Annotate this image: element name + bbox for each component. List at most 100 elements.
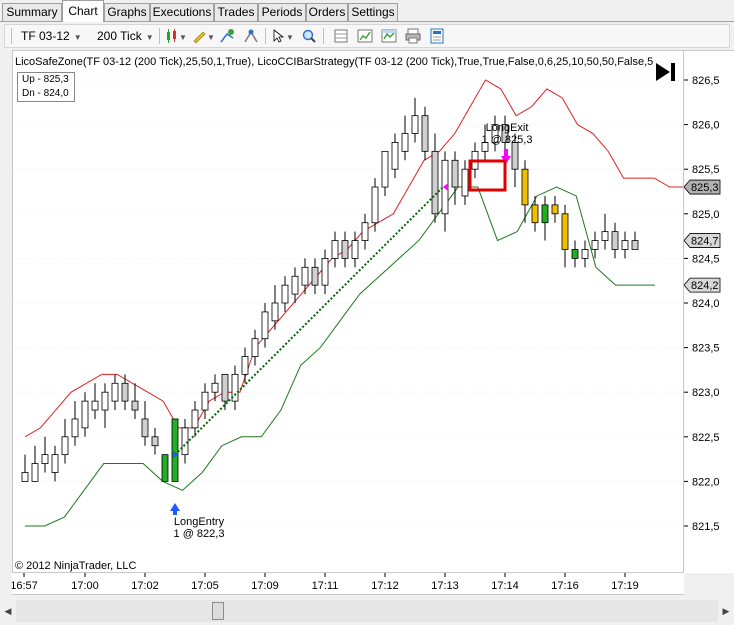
- candle[interactable]: [631, 231, 639, 250]
- price-axis[interactable]: 826,5 826,0 825,5 825,0 824,5 824,0 823,5 823,0…: [683, 50, 734, 573]
- candle[interactable]: [51, 445, 59, 482]
- add-indicator-icon[interactable]: [219, 28, 235, 44]
- tab-periods[interactable]: Periods: [258, 3, 306, 21]
- candle[interactable]: [291, 267, 299, 303]
- svg-text:▼: ▼: [207, 33, 215, 42]
- time-axis[interactable]: 16:57 17:00 17:02 17:05 17:09 17:11 17:12 17:13…: [10, 573, 684, 595]
- candle[interactable]: [161, 454, 169, 482]
- candle[interactable]: [431, 133, 439, 223]
- candle[interactable]: [181, 418, 189, 464]
- horizontal-scrollbar[interactable]: ◀ ▶: [0, 598, 734, 625]
- y-tick-label: 825,5: [692, 164, 720, 176]
- chart-properties-icon[interactable]: [357, 28, 373, 44]
- x-tick-label: 17:02: [131, 580, 159, 592]
- candle[interactable]: [81, 392, 89, 437]
- skip-to-end-icon[interactable]: [653, 61, 677, 83]
- candle[interactable]: [21, 454, 29, 482]
- tab-executions[interactable]: Executions: [150, 3, 214, 21]
- data-box-icon[interactable]: [333, 28, 349, 44]
- candle[interactable]: [101, 383, 109, 428]
- candle[interactable]: [601, 213, 609, 250]
- bar-type-icon[interactable]: ▼: [165, 28, 187, 44]
- pointer-cursor-icon[interactable]: ▼: [271, 28, 295, 44]
- interval-selector[interactable]: 200 Tick ▼: [97, 29, 154, 43]
- candle-body: [161, 454, 169, 482]
- properties-icon[interactable]: [429, 28, 445, 44]
- tab-settings[interactable]: Settings: [348, 3, 398, 21]
- candle[interactable]: [261, 303, 269, 348]
- candle-body: [561, 213, 569, 250]
- candle[interactable]: [421, 106, 429, 161]
- scroll-track[interactable]: [16, 600, 718, 622]
- candle[interactable]: [71, 401, 79, 446]
- candle[interactable]: [281, 276, 289, 312]
- candle[interactable]: [611, 222, 619, 259]
- candle-body: [371, 186, 379, 224]
- tab-graphs[interactable]: Graphs: [104, 3, 150, 21]
- trade-markers: [170, 149, 511, 515]
- y-tick-label: 823,0: [692, 387, 720, 399]
- price-chart-panel[interactable]: LicoSafeZone(TF 03-12 (200 Tick),25,50,1…: [12, 50, 684, 573]
- scroll-left-button[interactable]: ◀: [0, 600, 16, 622]
- candle[interactable]: [571, 240, 579, 268]
- candlestick-bars[interactable]: [21, 97, 639, 482]
- candle[interactable]: [241, 347, 249, 384]
- candle[interactable]: [621, 231, 629, 259]
- tab-chart[interactable]: Chart: [62, 0, 104, 22]
- price-marker: 824,2: [683, 277, 721, 293]
- candle[interactable]: [351, 231, 359, 268]
- candle[interactable]: [91, 383, 99, 419]
- candle[interactable]: [41, 436, 49, 473]
- candle[interactable]: [141, 401, 149, 446]
- candle[interactable]: [271, 285, 279, 330]
- strategy-icon[interactable]: [243, 28, 259, 44]
- candle[interactable]: [391, 133, 399, 179]
- candle-body: [341, 240, 349, 259]
- candle[interactable]: [591, 231, 599, 259]
- candle[interactable]: [201, 383, 209, 419]
- candle-body: [541, 204, 549, 224]
- candle[interactable]: [321, 249, 329, 295]
- candle[interactable]: [451, 151, 459, 205]
- tab-summary[interactable]: Summary: [2, 3, 62, 21]
- tab-trades[interactable]: Trades: [214, 3, 258, 21]
- scroll-thumb[interactable]: [212, 602, 224, 620]
- instrument-selector[interactable]: TF 03-12 ▼: [21, 29, 82, 43]
- candle[interactable]: [311, 258, 319, 295]
- candle[interactable]: [211, 374, 219, 402]
- candle[interactable]: [381, 150, 389, 196]
- candle[interactable]: [411, 97, 419, 143]
- candle[interactable]: [131, 383, 139, 419]
- candle[interactable]: [341, 231, 349, 268]
- candle-body: [31, 463, 39, 482]
- candle-body: [21, 472, 29, 482]
- candle[interactable]: [541, 195, 549, 241]
- candle[interactable]: [31, 445, 39, 482]
- drawing-pencil-icon[interactable]: ▼: [191, 28, 215, 44]
- candle-body: [111, 382, 119, 402]
- price-chart[interactable]: [13, 51, 684, 573]
- candle[interactable]: [251, 329, 259, 366]
- tab-bar: Summary Chart Graphs Executions Trades P…: [0, 0, 734, 22]
- candle[interactable]: [231, 365, 239, 411]
- candle[interactable]: [61, 418, 69, 464]
- candle[interactable]: [171, 418, 179, 482]
- candle[interactable]: [551, 195, 559, 223]
- candle[interactable]: [361, 213, 369, 250]
- scroll-right-button[interactable]: ▶: [718, 600, 734, 622]
- candle[interactable]: [461, 160, 469, 205]
- print-icon[interactable]: [405, 28, 421, 44]
- chart-template-icon[interactable]: [381, 28, 397, 44]
- zoom-icon[interactable]: [301, 28, 317, 44]
- y-tick-label: 826,5: [692, 75, 720, 87]
- candle[interactable]: [441, 151, 449, 232]
- candle[interactable]: [301, 258, 309, 295]
- tab-orders[interactable]: Orders: [306, 3, 348, 21]
- candle[interactable]: [331, 231, 339, 268]
- candle[interactable]: [111, 374, 119, 411]
- candle[interactable]: [401, 115, 409, 161]
- candle[interactable]: [531, 195, 539, 232]
- candle[interactable]: [581, 240, 589, 268]
- candle[interactable]: [151, 427, 159, 455]
- candle[interactable]: [221, 373, 229, 411]
